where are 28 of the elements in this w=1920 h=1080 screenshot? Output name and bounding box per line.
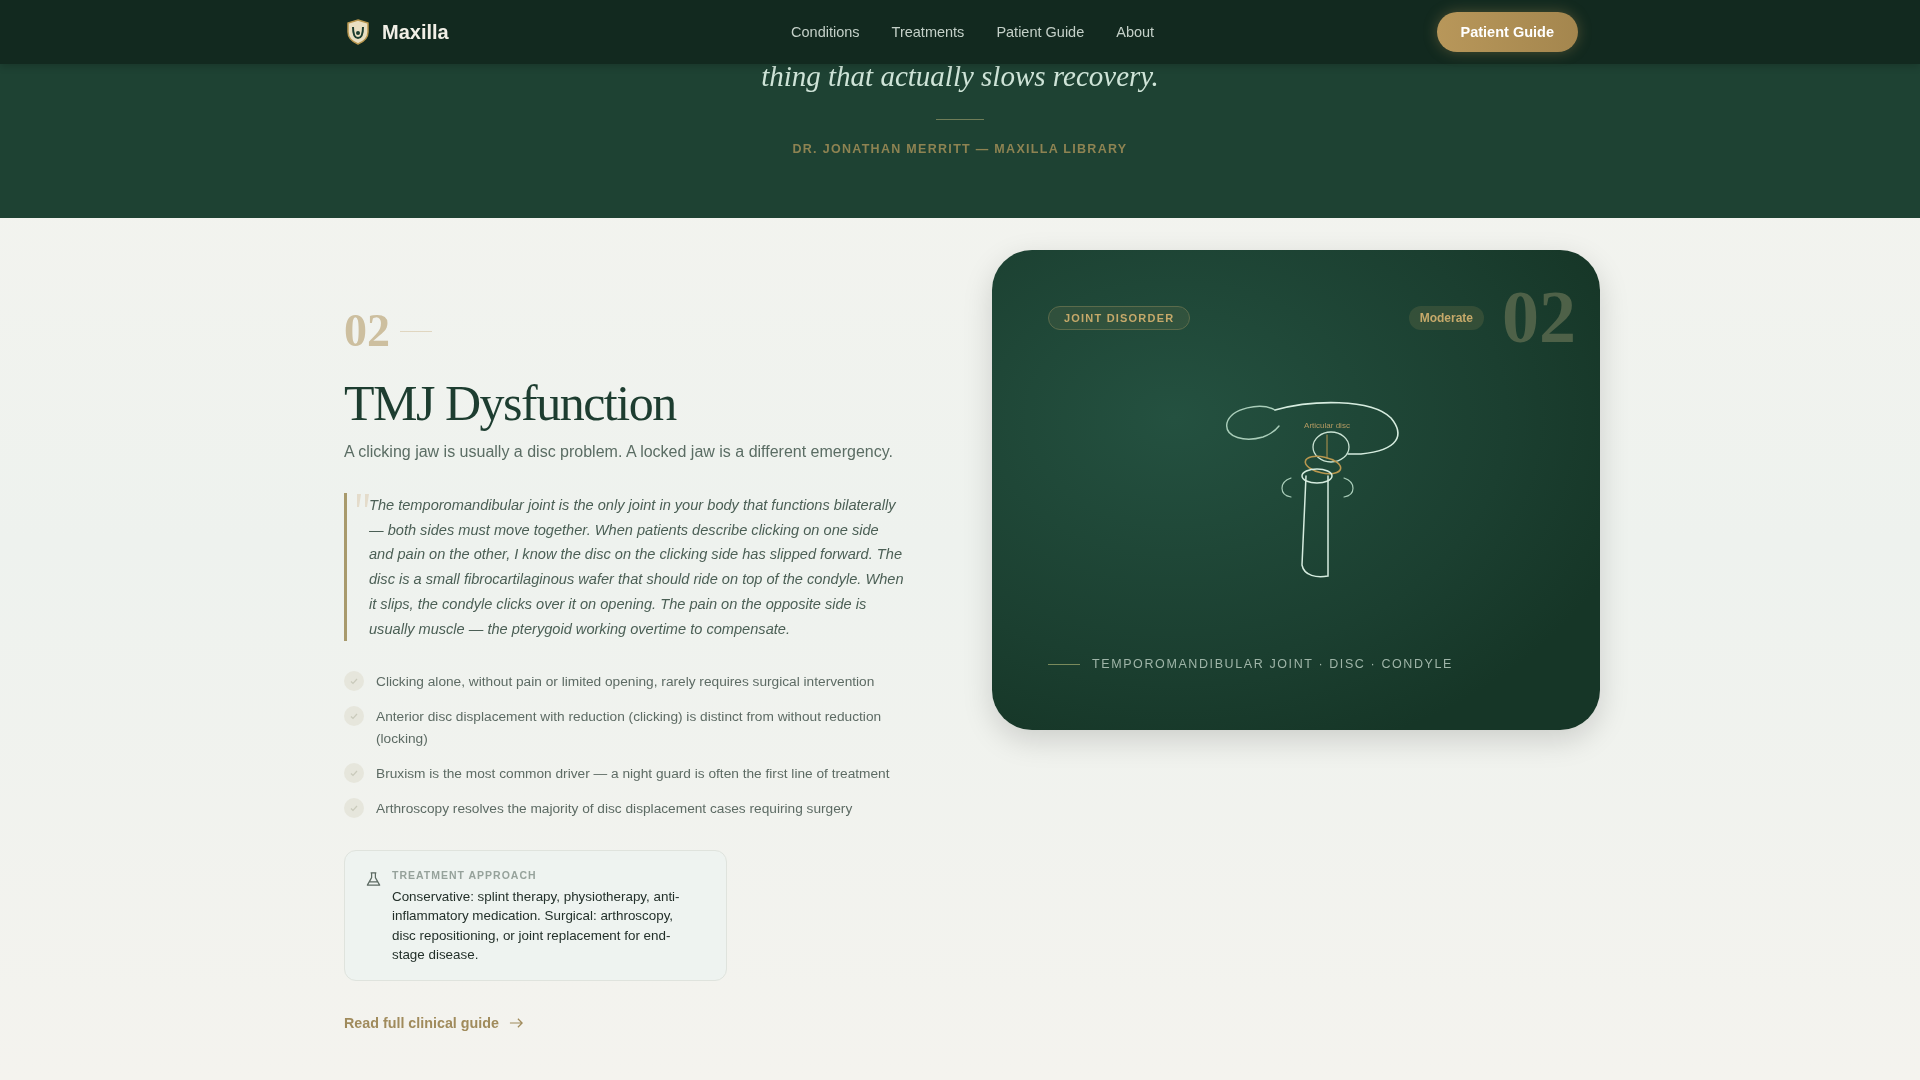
nav-link[interactable]: About <box>1116 24 1155 40</box>
nav-link[interactable]: Patient Guide <box>996 24 1085 40</box>
treatment-text: Conservative: splint therapy, physiotherapy, anti-inflammatory medication. Surgical: arthroscopy, disc repositioning, or joint replacement for end-stage disease. <box>392 888 681 964</box>
category-tag: JOINT DISORDER <box>1048 306 1191 330</box>
flask-icon <box>365 871 382 889</box>
section-title: TMJ Dysfunction <box>344 376 678 431</box>
quote-attribution: DR. JONATHAN MERRITT — MAXILLA LIBRARY <box>792 142 1128 156</box>
check-icon <box>344 763 364 784</box>
key-point: Anterior disc displacement with reduction (clicking) is distinct from without reduction (locking) <box>376 708 883 749</box>
key-point: Clicking alone, without pain or limited opening, rarely requires surgical intervention <box>376 673 875 692</box>
hero-quote: thing that actually slows recovery. <box>761 60 1159 93</box>
nav-link[interactable]: Treatments <box>891 24 965 40</box>
key-point: Arthroscopy resolves the majority of disc displacement cases requiring surgery <box>376 800 853 819</box>
check-icon <box>344 798 364 819</box>
check-icon <box>344 671 364 692</box>
quote-text: The temporomandibular joint is the only joint in your body that functions bilaterally — both sides must move together. When patients describe clicking on one side and pain on the other, I know the disc on the clicking side has slipped forward. The disc is a small fibrocartilaginous wafer that should ride on top of the condyle. When it slips, the condyle clicks over it on opening. The pain on the opposite side is usually muscle — the pterygoid working overtime to compensate. <box>369 496 904 639</box>
arrow-right-icon <box>508 1017 524 1030</box>
section-number: 02 <box>344 308 390 354</box>
check-icon <box>344 706 364 727</box>
diagram-caption: TEMPOROMANDIBULAR JOINT · DISC · CONDYLE <box>1092 657 1454 671</box>
severity-badge: Moderate <box>1408 306 1484 330</box>
treatment-label: TREATMENT APPROACH <box>392 869 538 882</box>
key-point: Bruxism is the most common driver — a night guard is often the first line of treatment <box>376 765 890 784</box>
section-lede: A clicking jaw is usually a disc problem. A locked jaw is a different emergency. <box>344 443 894 461</box>
brand-name[interactable]: Maxilla <box>382 20 449 44</box>
shield-logo-icon <box>346 19 370 45</box>
diagram-label: Articular disc <box>1304 421 1350 430</box>
nav-link[interactable]: Conditions <box>791 24 860 40</box>
